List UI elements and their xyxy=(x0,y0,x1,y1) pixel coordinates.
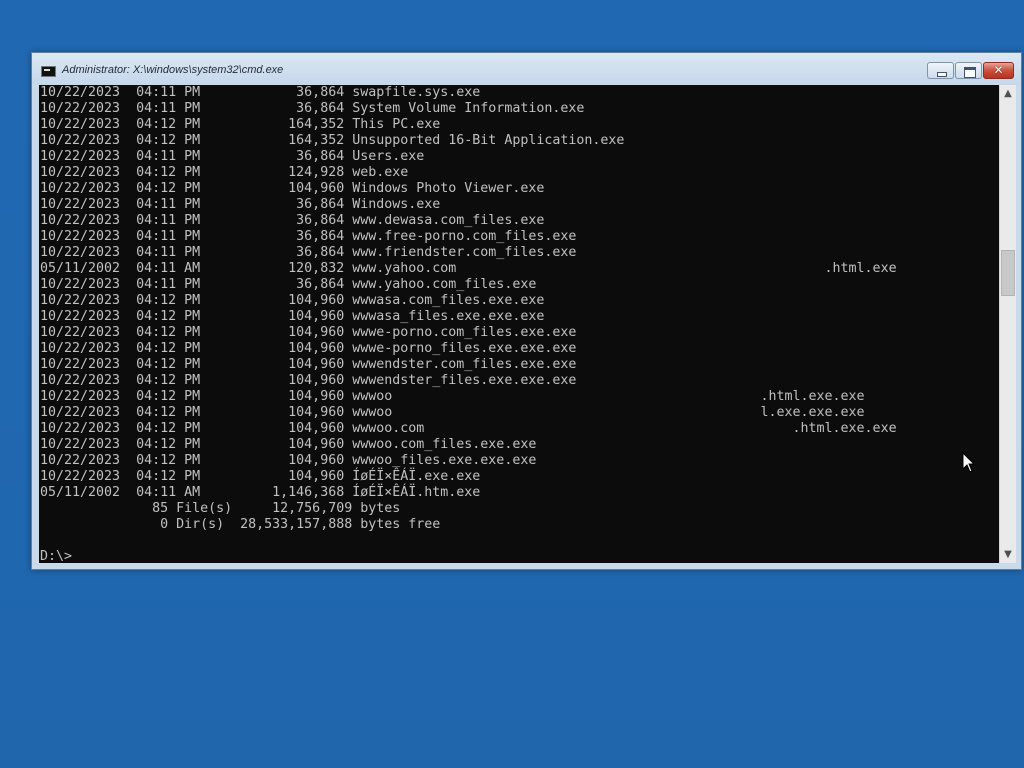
console-line: 10/22/2023 04:11 PM 36,864 Users.exe xyxy=(40,149,425,164)
scroll-down-icon[interactable]: ▼ xyxy=(1000,546,1016,563)
console-line: 10/22/2023 04:12 PM 104,960 wwwendster_f… xyxy=(40,373,577,388)
console-line: 10/22/2023 04:12 PM 164,352 This PC.exe xyxy=(40,117,441,132)
console-line: 10/22/2023 04:12 PM 104,960 wwwoo .html.… xyxy=(40,389,865,404)
console-line: 05/11/2002 04:11 AM 120,832 www.yahoo.co… xyxy=(40,261,897,276)
window-title: Administrator: X:\windows\system32\cmd.e… xyxy=(62,64,284,76)
console-line: 10/22/2023 04:12 PM 104,960 wwwe-porno.c… xyxy=(40,325,577,340)
console-line: 10/22/2023 04:12 PM 104,960 wwwasa.com_f… xyxy=(40,293,545,308)
mouse-pointer-icon xyxy=(962,452,976,473)
console-line: 10/22/2023 04:12 PM 104,960 wwwoo_files.… xyxy=(40,453,537,468)
console-line: 10/22/2023 04:11 PM 36,864 System Volume… xyxy=(40,101,585,116)
console-output[interactable]: 10/22/2023 04:11 PM 36,864 swapfile.sys.… xyxy=(39,85,999,563)
command-prompt: D:\> xyxy=(40,549,73,563)
console-line: 10/22/2023 04:12 PM 104,960 wwwendster.c… xyxy=(40,357,577,372)
console-line: 10/22/2023 04:11 PM 36,864 swapfile.sys.… xyxy=(40,85,481,100)
vertical-scrollbar[interactable]: ▲ ▼ xyxy=(999,85,1016,563)
maximize-button[interactable] xyxy=(955,62,982,79)
console-line: 10/22/2023 04:11 PM 36,864 Windows.exe xyxy=(40,197,441,212)
console-line: 10/22/2023 04:12 PM 104,960 wwwe-porno_f… xyxy=(40,341,577,356)
console-line: 10/22/2023 04:12 PM 104,960 Windows Phot… xyxy=(40,181,545,196)
console-line: 05/11/2002 04:11 AM 1,146,368 ÍøÉÏ×ÊÁÏ.h… xyxy=(40,485,481,500)
close-button[interactable]: ✕ xyxy=(983,62,1014,79)
console-line: 10/22/2023 04:12 PM 104,960 wwwoo l.exe.… xyxy=(40,405,865,420)
minimize-button[interactable] xyxy=(927,62,954,79)
cmd-icon xyxy=(41,66,56,77)
console-line: 10/22/2023 04:12 PM 104,960 ÍøÉÏ×ÊÁÏ.exe… xyxy=(40,469,481,484)
console-line: 0 Dir(s) 28,533,157,888 bytes free xyxy=(40,517,441,532)
minimize-icon xyxy=(937,72,947,77)
console-line: 10/22/2023 04:11 PM 36,864 www.yahoo.com… xyxy=(40,277,537,292)
console-line: 10/22/2023 04:12 PM 104,960 wwwoo.com_fi… xyxy=(40,437,537,452)
console-line: 10/22/2023 04:12 PM 104,960 wwwoo.com .h… xyxy=(40,421,897,436)
close-icon: ✕ xyxy=(993,63,1004,77)
scrollbar-thumb[interactable] xyxy=(1001,250,1015,296)
title-bar[interactable]: Administrator: X:\windows\system32\cmd.e… xyxy=(32,53,1021,85)
console-line: 10/22/2023 04:12 PM 104,960 wwwasa_files… xyxy=(40,309,545,324)
console-line: 85 File(s) 12,756,709 bytes xyxy=(40,501,401,516)
console-line: 10/22/2023 04:12 PM 124,928 web.exe xyxy=(40,165,409,180)
console-line: 10/22/2023 04:11 PM 36,864 www.dewasa.co… xyxy=(40,213,545,228)
console-line: 10/22/2023 04:11 PM 36,864 www.friendste… xyxy=(40,245,577,260)
maximize-icon xyxy=(964,67,976,78)
console-line: 10/22/2023 04:12 PM 164,352 Unsupported … xyxy=(40,133,625,148)
scroll-up-icon[interactable]: ▲ xyxy=(1000,85,1016,102)
cmd-window: Administrator: X:\windows\system32\cmd.e… xyxy=(31,52,1022,570)
console-line: 10/22/2023 04:11 PM 36,864 www.free-porn… xyxy=(40,229,577,244)
console-text: 10/22/2023 04:11 PM 36,864 swapfile.sys.… xyxy=(40,85,897,563)
caption-buttons: ✕ xyxy=(926,62,1014,81)
